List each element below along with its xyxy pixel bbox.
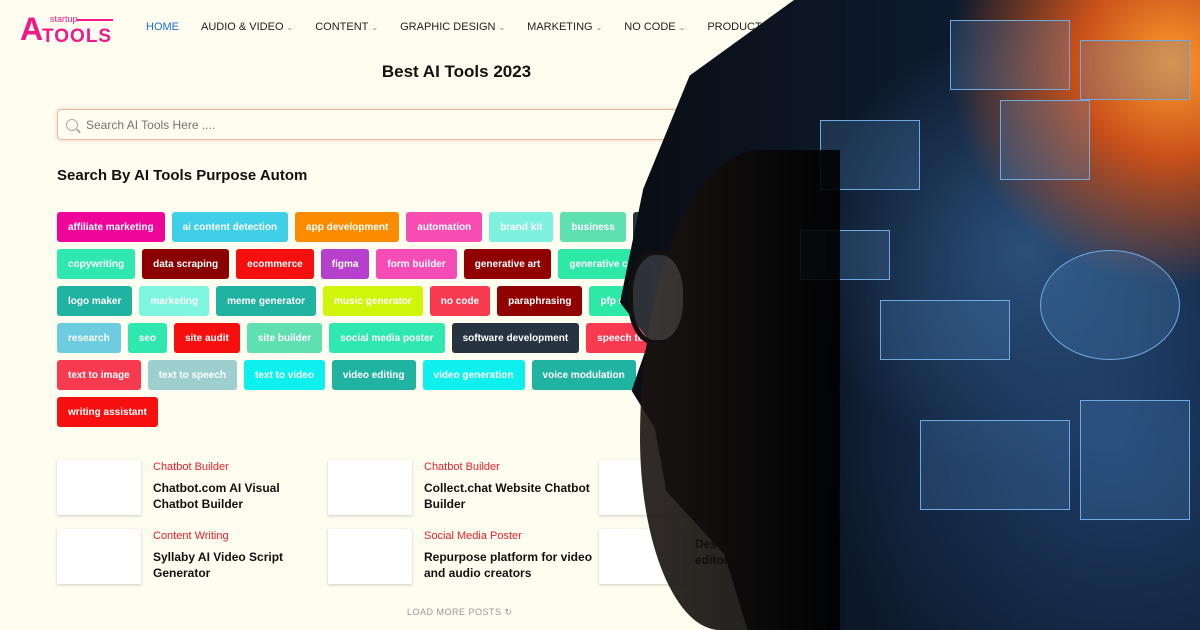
- post-title[interactable]: Syllaby AI Video Script Generator: [153, 549, 322, 581]
- tag-marketing[interactable]: marketing: [139, 286, 210, 316]
- post-card[interactable]: Chatbot Builder Collect.chat Website Chat…: [328, 460, 593, 515]
- tag-copywriting[interactable]: copywriting: [57, 249, 136, 279]
- nav-item-marketing[interactable]: MARKETING ⌄: [527, 21, 602, 33]
- tag-automation[interactable]: automation: [406, 212, 483, 242]
- tag-site-audit[interactable]: site audit: [173, 323, 240, 353]
- tag-meme-generator[interactable]: meme generator: [216, 286, 316, 316]
- tag-video-editing[interactable]: video editing: [331, 360, 416, 390]
- tag-voice-modulation[interactable]: voice modulation: [531, 360, 636, 390]
- post-thumbnail[interactable]: [328, 529, 412, 584]
- tag-paraphrasing[interactable]: paraphrasing: [497, 286, 583, 316]
- search-input[interactable]: [86, 117, 686, 132]
- nav-label: CONTENT: [315, 21, 369, 33]
- tag-text-to-image[interactable]: text to image: [57, 360, 141, 390]
- tag-social-media-poster[interactable]: social media poster: [329, 323, 445, 353]
- post-card[interactable]: Social Media Poster Repurpose platform fo…: [328, 529, 593, 584]
- tag-text-to-speech[interactable]: text to speech: [147, 360, 237, 390]
- tag-generative-art[interactable]: generative art: [463, 249, 552, 279]
- chevron-down-icon: ⌄: [595, 23, 603, 32]
- tag-form-builder[interactable]: form builder: [376, 249, 457, 279]
- tag-ecommerce[interactable]: ecommerce: [236, 249, 314, 279]
- post-category[interactable]: Social Media Poster: [424, 530, 593, 542]
- main-menu: HOME AUDIO & VIDEO ⌄ CONTENT ⌄ GRAPHIC DESIGN…: [146, 21, 854, 33]
- post-category[interactable]: Chatbot Builder: [424, 461, 593, 473]
- nav-label: MARKETING: [527, 21, 593, 33]
- post-card[interactable]: Content Writing Syllaby AI Video Script G…: [57, 529, 322, 584]
- nav-item-audio-video[interactable]: AUDIO & VIDEO ⌄: [201, 21, 293, 33]
- post-title[interactable]: Repurpose platform for video and audio c…: [424, 549, 593, 581]
- tag-data-scraping[interactable]: data scraping: [142, 249, 230, 279]
- tag-affiliate-marketing[interactable]: affiliate marketing: [57, 212, 165, 242]
- load-more-button[interactable]: LOAD MORE POSTS ↻: [407, 607, 513, 618]
- nav-label: NO CODE: [624, 21, 676, 33]
- post-category[interactable]: Content Writing: [153, 530, 322, 542]
- tag-app-development[interactable]: app development: [295, 212, 400, 242]
- nav-item-content[interactable]: CONTENT ⌄: [315, 21, 378, 33]
- tag-text-to-video[interactable]: text to video: [243, 360, 325, 390]
- nav-label: GRAPHIC DESIGN: [400, 21, 496, 33]
- chevron-down-icon: ⌄: [498, 23, 506, 32]
- section-title: Search By AI Tools Purpose Autom: [57, 167, 308, 184]
- tag-brand-kit[interactable]: brand kit: [489, 212, 554, 242]
- post-thumbnail[interactable]: [328, 460, 412, 515]
- glasses-image: [628, 250, 688, 345]
- search-icon: [66, 118, 78, 131]
- tag-research[interactable]: research: [57, 323, 121, 353]
- post-thumbnail[interactable]: [57, 529, 141, 584]
- post-title[interactable]: Collect.chat Website Chatbot Builder: [424, 480, 593, 512]
- post-category[interactable]: Chatbot Builder: [153, 461, 322, 473]
- post-card[interactable]: Chatbot Builder Chatbot.com AI Visual Cha…: [57, 460, 322, 515]
- chevron-down-icon: ⌄: [371, 23, 379, 32]
- post-title[interactable]: Chatbot.com AI Visual Chatbot Builder: [153, 480, 322, 512]
- tag-software-development[interactable]: software development: [451, 323, 580, 353]
- tag-music-generator[interactable]: music generator: [322, 286, 423, 316]
- tag-ai-content-detection[interactable]: ai content detection: [171, 212, 289, 242]
- nav-label: AUDIO & VIDEO: [201, 21, 284, 33]
- logo[interactable]: Astartup TOOLS: [20, 12, 115, 47]
- tag-figma[interactable]: figma: [320, 249, 370, 279]
- chevron-down-icon: ⌄: [678, 23, 686, 32]
- tag-site-builder[interactable]: site builder: [246, 323, 323, 353]
- chevron-down-icon: ⌄: [286, 23, 294, 32]
- nav-label: HOME: [146, 21, 179, 33]
- tag-business[interactable]: business: [560, 212, 626, 242]
- tag-writing-assistant[interactable]: writing assistant: [57, 397, 158, 427]
- tag-seo[interactable]: seo: [127, 323, 167, 353]
- tag-logo-maker[interactable]: logo maker: [57, 286, 133, 316]
- post-thumbnail[interactable]: [57, 460, 141, 515]
- nav-item-graphic-design[interactable]: GRAPHIC DESIGN ⌄: [400, 21, 505, 33]
- nav-item-home[interactable]: HOME: [146, 21, 179, 33]
- nav-item-no-code[interactable]: NO CODE ⌄: [624, 21, 685, 33]
- tag-video-generation[interactable]: video generation: [422, 360, 525, 390]
- tag-no-code[interactable]: no code: [429, 286, 491, 316]
